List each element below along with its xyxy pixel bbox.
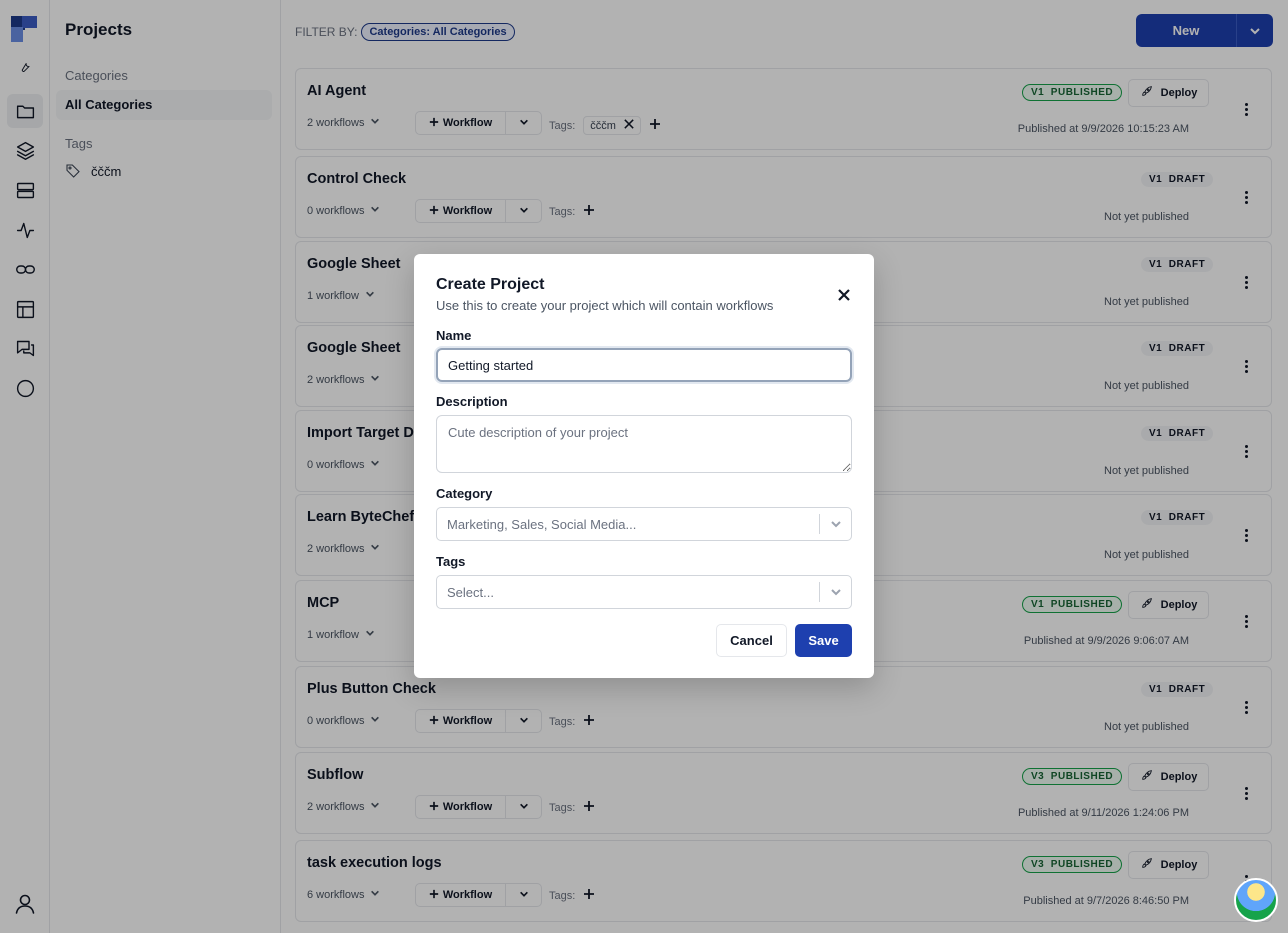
dialog-title: Create Project xyxy=(436,276,545,293)
tags-placeholder: Select... xyxy=(447,584,494,600)
category-label: Category xyxy=(436,486,493,501)
name-label: Name xyxy=(436,328,472,343)
name-input[interactable] xyxy=(436,348,852,382)
category-placeholder: Marketing, Sales, Social Media... xyxy=(447,516,637,532)
description-textarea[interactable] xyxy=(436,415,852,473)
tags-label: Tags xyxy=(436,554,466,569)
category-select[interactable]: Marketing, Sales, Social Media... xyxy=(436,507,852,541)
cancel-button[interactable]: Cancel xyxy=(716,624,787,657)
tags-select[interactable]: Select... xyxy=(436,575,852,609)
chevron-down-icon[interactable] xyxy=(820,586,851,598)
save-button[interactable]: Save xyxy=(795,624,852,657)
close-icon[interactable] xyxy=(836,287,852,303)
create-project-dialog: Create Project Use this to create your p… xyxy=(414,254,874,678)
dialog-subtitle: Use this to create your project which wi… xyxy=(436,298,774,313)
description-label: Description xyxy=(436,394,508,409)
chevron-down-icon[interactable] xyxy=(820,518,851,530)
assistant-avatar[interactable] xyxy=(1234,878,1278,922)
